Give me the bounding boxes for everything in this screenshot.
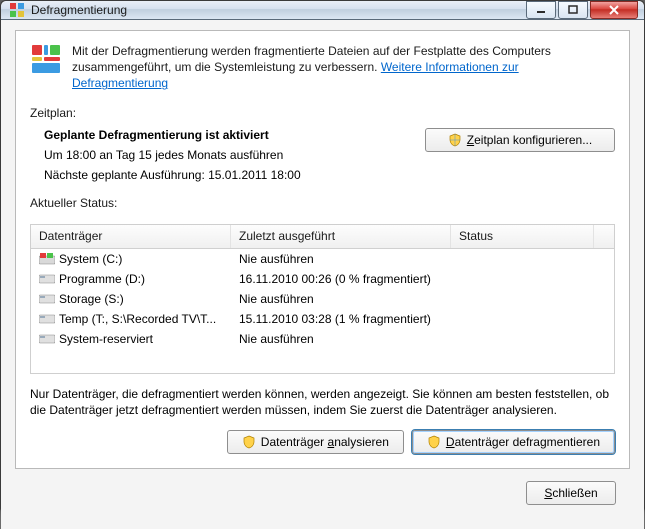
- disk-name: System-reserviert: [59, 332, 153, 346]
- close-dialog-button[interactable]: Schließen: [526, 481, 616, 505]
- status-cell: [451, 337, 614, 341]
- last-run: 16.11.2010 00:26 (0 % fragmentiert): [231, 270, 451, 288]
- disk-table: Datenträger Zuletzt ausgeführt Status Sy…: [30, 224, 615, 374]
- configure-schedule-label: Zeitplan konfigurieren...: [467, 133, 592, 147]
- defragment-label: Datenträger defragmentieren: [446, 435, 600, 449]
- close-label: Schließen: [544, 486, 597, 500]
- maximize-button[interactable]: [558, 1, 588, 19]
- window-title: Defragmentierung: [31, 3, 526, 17]
- defrag-app-icon: [9, 2, 25, 18]
- shield-icon: [242, 435, 256, 449]
- table-row[interactable]: System-reserviert Nie ausführen: [31, 329, 614, 349]
- schedule-heading: Geplante Defragmentierung ist aktiviert: [44, 128, 425, 142]
- intro-section: Mit der Defragmentierung werden fragment…: [30, 43, 615, 92]
- disk-name: Temp (T:, S:\Recorded TV\T...: [59, 312, 216, 326]
- analyze-label: Datenträger analysieren: [261, 435, 389, 449]
- shield-icon: [427, 435, 441, 449]
- action-buttons: Datenträger analysieren Datenträger defr…: [30, 430, 615, 454]
- disk-icon: [39, 313, 55, 325]
- status-cell: [451, 297, 614, 301]
- table-header: Datenträger Zuletzt ausgeführt Status: [31, 225, 614, 249]
- col-status[interactable]: Status: [451, 225, 594, 248]
- status-cell: [451, 257, 614, 261]
- table-body: System (C:) Nie ausführen Programme (D:) 16…: [31, 249, 614, 373]
- main-panel: Mit der Defragmentierung werden fragment…: [15, 30, 630, 469]
- disk-icon: [39, 293, 55, 305]
- last-run: Nie ausführen: [231, 250, 451, 268]
- disk-name: System (C:): [59, 252, 122, 266]
- schedule-label: Zeitplan:: [30, 106, 615, 120]
- disk-icon: [39, 273, 55, 285]
- table-row[interactable]: Programme (D:) 16.11.2010 00:26 (0 % frag…: [31, 269, 614, 289]
- shield-icon: [448, 133, 462, 147]
- client-area: Mit der Defragmentierung werden fragment…: [1, 20, 644, 529]
- analyze-button[interactable]: Datenträger analysieren: [227, 430, 404, 454]
- col-disk[interactable]: Datenträger: [31, 225, 231, 248]
- last-run: Nie ausführen: [231, 290, 451, 308]
- last-run: 15.11.2010 03:28 (1 % fragmentiert): [231, 310, 451, 328]
- disk-name: Programme (D:): [59, 272, 145, 286]
- note-text: Nur Datenträger, die defragmentiert werd…: [30, 386, 615, 418]
- table-row[interactable]: Temp (T:, S:\Recorded TV\T... 15.11.2010 …: [31, 309, 614, 329]
- configure-schedule-button[interactable]: Zeitplan konfigurieren...: [425, 128, 615, 152]
- windows-disk-icon: [39, 253, 55, 265]
- schedule-time: Um 18:00 an Tag 15 jedes Monats ausführe…: [44, 148, 425, 162]
- col-last-run[interactable]: Zuletzt ausgeführt: [231, 225, 451, 248]
- intro-text: Mit der Defragmentierung werden fragment…: [72, 43, 615, 92]
- minimize-button[interactable]: [526, 1, 556, 19]
- window-controls: [526, 1, 638, 19]
- table-row[interactable]: Storage (S:) Nie ausführen: [31, 289, 614, 309]
- status-label: Aktueller Status:: [30, 196, 615, 210]
- defragment-button[interactable]: Datenträger defragmentieren: [412, 430, 615, 454]
- defrag-icon: [30, 43, 62, 75]
- table-row[interactable]: System (C:) Nie ausführen: [31, 249, 614, 269]
- status-cell: [451, 277, 614, 281]
- status-cell: [451, 317, 614, 321]
- last-run: Nie ausführen: [231, 330, 451, 348]
- schedule-next: Nächste geplante Ausführung: 15.01.2011 …: [44, 168, 425, 182]
- close-button[interactable]: [590, 1, 638, 19]
- disk-icon: [39, 333, 55, 345]
- disk-name: Storage (S:): [59, 292, 124, 306]
- window-frame: Defragmentierung Mit der Defragmentierun…: [0, 0, 645, 512]
- footer: Schließen: [15, 469, 630, 517]
- col-spacer: [594, 225, 614, 248]
- titlebar[interactable]: Defragmentierung: [1, 1, 644, 20]
